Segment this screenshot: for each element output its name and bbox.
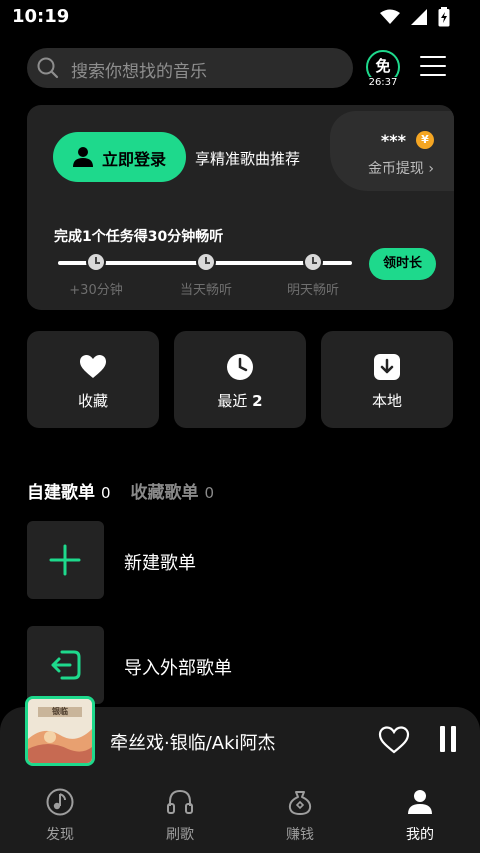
discover-icon (46, 788, 74, 816)
import-playlist-label: 导入外部歌单 (124, 658, 232, 679)
login-button[interactable]: 立即登录 (53, 132, 186, 182)
claim-time-button[interactable]: 领时长 (369, 248, 436, 280)
import-playlist-button[interactable]: 导入外部歌单 (27, 626, 447, 704)
created-playlists-count: 0 (101, 484, 111, 502)
free-listen-timer: 26:37 (363, 77, 403, 88)
wifi-icon (380, 9, 400, 24)
bottom-nav: 发现 刷歌 赚钱 我的 (0, 777, 480, 853)
signal-icon (411, 9, 427, 25)
task-step-clock-icon (196, 252, 216, 272)
local-music-button[interactable]: 本地 (321, 331, 453, 428)
nav-earn-money[interactable]: 赚钱 (240, 777, 360, 853)
import-icon (51, 650, 81, 680)
search-icon (37, 57, 59, 79)
download-icon (374, 354, 400, 380)
import-playlist-thumb (27, 626, 104, 704)
status-icons (380, 7, 450, 27)
battery-charging-icon (438, 7, 450, 27)
nav-discover[interactable]: 发现 (0, 777, 120, 853)
tab-collected-playlists[interactable]: 收藏歌单 (131, 478, 199, 503)
task-step-clock-icon (303, 252, 323, 272)
status-bar: 10:19 (0, 0, 480, 34)
album-cover[interactable]: 银临 (25, 696, 95, 766)
nav-discover-label: 发现 (46, 827, 74, 843)
task-step-label: 当天畅听 (179, 283, 232, 298)
free-badge-label: 免 (375, 57, 391, 75)
new-playlist-button[interactable]: 新建歌单 (27, 521, 447, 599)
like-heart-icon[interactable] (378, 725, 410, 755)
task-title: 完成1个任务得30分钟畅听 (54, 229, 224, 245)
recent-count: 2 (252, 392, 263, 410)
recent-button[interactable]: 最近 2 (174, 331, 306, 428)
login-card: *** ¥ 金币提现 › 立即登录 享精准歌曲推荐 完成1个任务得30分钟畅听 … (27, 105, 454, 310)
playlist-tabs: 自建歌单 0 收藏歌单 0 (27, 478, 234, 503)
nav-browse-songs-label: 刷歌 (166, 827, 194, 843)
now-playing-title: 牵丝戏·银临/Aki阿杰 (110, 733, 276, 754)
task-step-clock-icon (86, 252, 106, 272)
headphones-icon (167, 789, 193, 814)
collected-playlists-count: 0 (204, 484, 215, 502)
recent-label: 最近 2 (217, 392, 263, 410)
favorites-label: 收藏 (77, 392, 108, 410)
new-playlist-thumb (27, 521, 104, 599)
nav-browse-songs[interactable]: 刷歌 (120, 777, 240, 853)
favorites-button[interactable]: 收藏 (27, 331, 159, 428)
plus-icon (49, 544, 81, 576)
clock-icon (227, 354, 253, 380)
task-step-label: +30分钟 (69, 283, 123, 298)
tab-created-playlists[interactable]: 自建歌单 (27, 478, 95, 503)
login-tip: 享精准歌曲推荐 (195, 150, 301, 168)
money-bag-icon (288, 791, 312, 815)
task-step-label: 明天畅听 (286, 283, 339, 298)
search-input[interactable]: 搜索你想找的音乐 (27, 48, 353, 88)
pause-button[interactable] (438, 726, 458, 752)
hamburger-menu-icon[interactable] (420, 56, 446, 78)
status-time: 10:19 (12, 6, 70, 27)
nav-profile[interactable]: 我的 (360, 777, 480, 853)
search-placeholder: 搜索你想找的音乐 (71, 62, 207, 82)
coin-balance: *** (380, 131, 406, 150)
coin-panel[interactable]: *** ¥ 金币提现 › (330, 111, 454, 191)
login-button-label: 立即登录 (102, 150, 167, 169)
new-playlist-label: 新建歌单 (124, 553, 196, 574)
heart-icon (80, 355, 106, 378)
profile-icon (408, 790, 432, 814)
coin-icon: ¥ (416, 131, 434, 149)
nav-profile-label: 我的 (406, 827, 434, 843)
album-cover-text: 银临 (52, 707, 68, 716)
user-icon (73, 147, 93, 167)
coin-withdraw-link[interactable]: 金币提现 › (368, 158, 434, 178)
nav-earn-money-label: 赚钱 (286, 827, 314, 843)
local-music-label: 本地 (371, 392, 402, 410)
